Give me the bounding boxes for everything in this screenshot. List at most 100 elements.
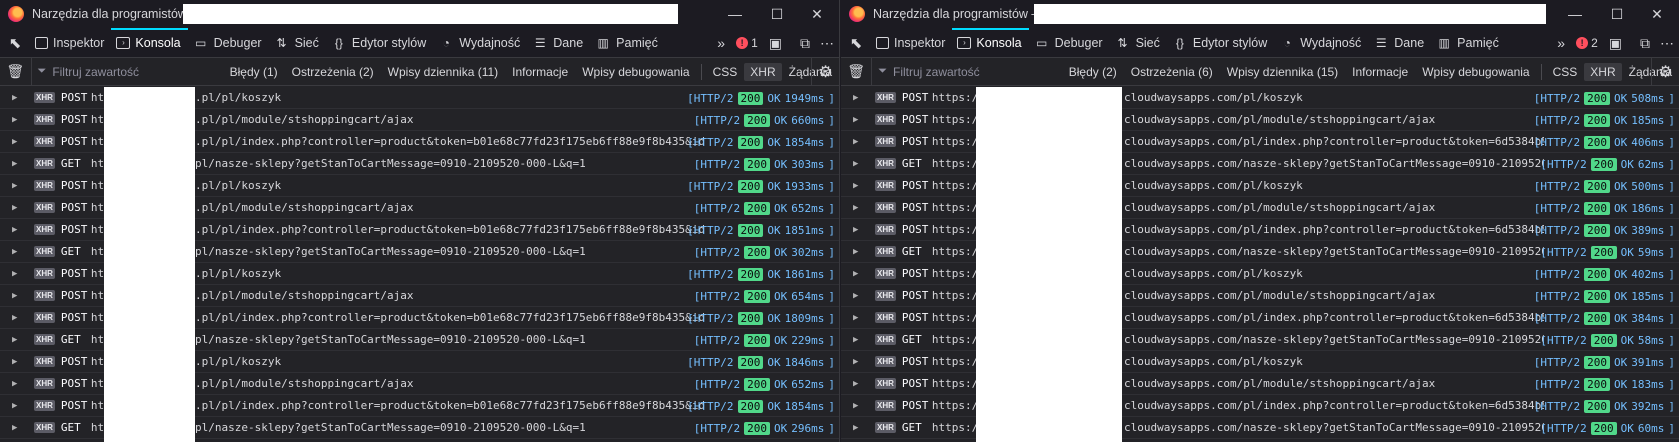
error-count-badge[interactable]: ! 2 xyxy=(1570,36,1604,50)
request-url[interactable]: .pl/pl/koszyk xyxy=(195,179,704,192)
settings-gear-icon[interactable]: ⚙ xyxy=(1651,58,1679,86)
expand-arrow-icon[interactable]: ▶ xyxy=(853,357,867,367)
request-url[interactable]: .pl/pl/koszyk xyxy=(195,267,704,280)
tab-inspector[interactable]: Inspektor xyxy=(30,28,111,58)
filter-errors[interactable]: Błędy (2) xyxy=(1062,58,1124,86)
expand-arrow-icon[interactable]: ▶ xyxy=(12,379,26,389)
tab-console[interactable]: › Konsola xyxy=(111,27,188,58)
console-xhr-row[interactable]: ▶ XHR POST https://cloudwaysapps.com/pl/kos… xyxy=(841,263,1679,285)
console-xhr-row[interactable]: ▶ XHR POST https://cloudwaysapps.com/pl/mod… xyxy=(841,109,1679,131)
expand-arrow-icon[interactable]: ▶ xyxy=(853,313,867,323)
tab-storage[interactable]: ☰ Dane xyxy=(1368,28,1431,58)
minimize-button[interactable]: — xyxy=(715,0,755,28)
expand-arrow-icon[interactable]: ▶ xyxy=(853,115,867,125)
expand-arrow-icon[interactable]: ▶ xyxy=(12,115,26,125)
expand-arrow-icon[interactable]: ▶ xyxy=(12,137,26,147)
close-button[interactable]: ✕ xyxy=(797,0,837,28)
filter-css[interactable]: CSS xyxy=(706,58,745,86)
request-url[interactable]: .pl/pl/index.php?controller=product&toke… xyxy=(195,223,704,236)
request-url[interactable]: cloudwaysapps.com/pl/module/stshoppingca… xyxy=(1124,377,1544,390)
maximize-button[interactable]: ☐ xyxy=(1597,0,1637,28)
filter-info[interactable]: Informacje xyxy=(505,58,575,86)
error-count-badge[interactable]: ! 1 xyxy=(730,36,764,50)
settings-gear-icon[interactable]: ⚙ xyxy=(811,58,839,86)
filter-debug[interactable]: Wpisy debugowania xyxy=(575,58,696,86)
close-button[interactable]: ✕ xyxy=(1637,0,1677,28)
request-url[interactable]: cloudwaysapps.com/pl/module/stshoppingca… xyxy=(1124,201,1544,214)
expand-arrow-icon[interactable]: ▶ xyxy=(12,269,26,279)
filter-info[interactable]: Informacje xyxy=(1345,58,1415,86)
expand-arrow-icon[interactable]: ▶ xyxy=(853,423,867,433)
request-url[interactable]: cloudwaysapps.com/pl/index.php?controlle… xyxy=(1124,223,1544,236)
element-picker-icon[interactable]: ⬉ xyxy=(841,28,871,58)
expand-arrow-icon[interactable]: ▶ xyxy=(853,247,867,257)
expand-arrow-icon[interactable]: ▶ xyxy=(853,225,867,235)
request-url[interactable]: cloudwaysapps.com/pl/index.php?controlle… xyxy=(1124,311,1544,324)
tab-memory[interactable]: ▥ Pamięć xyxy=(590,28,665,58)
dock-options-icon[interactable]: ⧉ xyxy=(795,28,815,58)
request-url[interactable]: .pl/pl/index.php?controller=product&toke… xyxy=(195,135,704,148)
console-xhr-row[interactable]: ▶ XHR GET https://p cloudwaysapps.com/nasze-… xyxy=(841,241,1679,263)
dock-options-icon[interactable]: ⧉ xyxy=(1635,28,1655,58)
clear-console-icon[interactable]: 🗑 xyxy=(0,57,32,86)
request-url[interactable]: cloudwaysapps.com/pl/module/stshoppingca… xyxy=(1124,113,1544,126)
minimize-button[interactable]: — xyxy=(1555,0,1595,28)
request-url[interactable]: cloudwaysapps.com/pl/module/stshoppingca… xyxy=(1124,289,1544,302)
console-xhr-row[interactable]: ▶ XHR POST https://cloudwaysapps.com/pl/ind… xyxy=(841,219,1679,241)
menu-dots-icon[interactable]: ⋯ xyxy=(815,28,839,58)
request-url[interactable]: cloudwaysapps.com/nasze-sklepy?getStanTo… xyxy=(1124,245,1544,258)
filter-css[interactable]: CSS xyxy=(1546,58,1585,86)
request-url[interactable]: cloudwaysapps.com/pl/koszyk xyxy=(1124,179,1544,192)
expand-arrow-icon[interactable]: ▶ xyxy=(853,137,867,147)
clear-console-icon[interactable]: 🗑 xyxy=(841,57,873,86)
tab-console[interactable]: › Konsola xyxy=(952,27,1029,58)
request-url[interactable]: cloudwaysapps.com/nasze-sklepy?getStanTo… xyxy=(1124,157,1544,170)
tab-inspector[interactable]: Inspektor xyxy=(871,28,952,58)
expand-arrow-icon[interactable]: ▶ xyxy=(12,423,26,433)
tab-style-editor[interactable]: {} Edytor stylów xyxy=(326,28,433,58)
tab-memory[interactable]: ▥ Pamięć xyxy=(1431,28,1506,58)
request-url[interactable]: pl/nasze-sklepy?getStanToCartMessage=091… xyxy=(195,421,704,434)
console-xhr-row[interactable]: ▶ XHR POST https://cloudwaysapps.com/pl/mod… xyxy=(841,197,1679,219)
request-url[interactable]: .pl/pl/index.php?controller=product&toke… xyxy=(195,311,704,324)
expand-arrow-icon[interactable]: ▶ xyxy=(12,181,26,191)
tab-style-editor[interactable]: {} Edytor stylów xyxy=(1167,28,1274,58)
filter-logs[interactable]: Wpisy dziennika (15) xyxy=(1220,58,1345,86)
expand-arrow-icon[interactable]: ▶ xyxy=(12,159,26,169)
filter-warnings[interactable]: Ostrzeżenia (2) xyxy=(285,58,381,86)
request-url[interactable]: pl/nasze-sklepy?getStanToCartMessage=091… xyxy=(195,245,704,258)
expand-arrow-icon[interactable]: ▶ xyxy=(12,313,26,323)
tab-debugger[interactable]: ▭ Debuger xyxy=(1029,28,1110,58)
request-url[interactable]: cloudwaysapps.com/pl/koszyk xyxy=(1124,267,1544,280)
expand-arrow-icon[interactable]: ▶ xyxy=(12,203,26,213)
request-url[interactable]: cloudwaysapps.com/pl/koszyk xyxy=(1124,355,1544,368)
expand-arrow-icon[interactable]: ▶ xyxy=(12,357,26,367)
filter-xhr[interactable]: XHR xyxy=(1584,62,1622,81)
request-url[interactable]: .pl/pl/module/stshoppingcart/ajax xyxy=(195,201,704,214)
tab-storage[interactable]: ☰ Dane xyxy=(527,28,590,58)
expand-arrow-icon[interactable]: ▶ xyxy=(853,181,867,191)
request-url[interactable]: .pl/pl/koszyk xyxy=(195,355,704,368)
request-url[interactable]: cloudwaysapps.com/pl/index.php?controlle… xyxy=(1124,399,1544,412)
maximize-button[interactable]: ☐ xyxy=(757,0,797,28)
filter-input[interactable]: ⏷ Filtruj zawartość xyxy=(38,61,195,83)
expand-arrow-icon[interactable]: ▶ xyxy=(853,269,867,279)
element-picker-icon[interactable]: ⬉ xyxy=(0,28,30,58)
tab-network[interactable]: ⇅ Sieć xyxy=(1110,28,1167,58)
request-url[interactable]: .pl/pl/index.php?controller=product&toke… xyxy=(195,399,704,412)
tab-performance[interactable]: ◔ Wydajność xyxy=(433,28,527,58)
tab-debugger[interactable]: ▭ Debuger xyxy=(188,28,269,58)
request-url[interactable]: cloudwaysapps.com/nasze-sklepy?getStanTo… xyxy=(1124,333,1544,346)
expand-arrow-icon[interactable]: ▶ xyxy=(853,291,867,301)
filter-xhr[interactable]: XHR xyxy=(744,62,782,81)
split-console-icon[interactable]: ▣ xyxy=(764,28,787,58)
filter-errors[interactable]: Błędy (1) xyxy=(223,58,285,86)
expand-arrow-icon[interactable]: ▶ xyxy=(853,379,867,389)
filter-debug[interactable]: Wpisy debugowania xyxy=(1415,58,1536,86)
expand-arrow-icon[interactable]: ▶ xyxy=(853,203,867,213)
request-url[interactable]: pl/nasze-sklepy?getStanToCartMessage=091… xyxy=(195,333,704,346)
request-url[interactable]: .pl/pl/module/stshoppingcart/ajax xyxy=(195,377,704,390)
console-xhr-row[interactable]: ▶ XHR POST https://cloudwaysapps.com/pl/kos… xyxy=(841,175,1679,197)
split-console-icon[interactable]: ▣ xyxy=(1604,28,1627,58)
console-xhr-row[interactable]: ▶ XHR GET https://p cloudwaysapps.com/nasze-… xyxy=(841,329,1679,351)
